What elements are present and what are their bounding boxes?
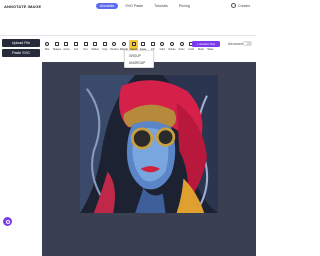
rotate-icon xyxy=(170,42,175,46)
tool-number[interactable]: Number xyxy=(110,40,119,60)
tool-crop[interactable]: Crop xyxy=(101,40,110,60)
blur-icon xyxy=(45,42,50,46)
paste-svg-button[interactable]: Paste SVG xyxy=(2,49,40,57)
fill-icon xyxy=(150,42,155,46)
pen-icon xyxy=(83,42,88,46)
advanced-toggle[interactable] xyxy=(243,41,252,46)
tool-label: Shapes xyxy=(52,48,61,51)
tool-rotate[interactable]: Rotate xyxy=(168,40,177,60)
tool-marker[interactable]: Marker xyxy=(91,40,100,60)
cursor-icon xyxy=(131,42,136,46)
group-dropdown: GROUP UNGROUP xyxy=(124,50,154,68)
app-root: ANNOTATE IMAGE Annotate SVG Paste Tutori… xyxy=(0,0,256,256)
tool-label: Pen xyxy=(83,48,88,51)
tab-svg-paste[interactable]: SVG Paste xyxy=(121,3,147,9)
marker-icon xyxy=(93,42,98,46)
artwork-image[interactable] xyxy=(80,75,218,213)
user-icon xyxy=(231,3,237,8)
tab-tutorials[interactable]: Tutorials xyxy=(150,3,172,9)
tool-arrow[interactable]: Arrow xyxy=(62,40,71,60)
eraser-icon xyxy=(141,42,146,46)
tool-text[interactable]: Text xyxy=(72,40,81,60)
help-fab-button[interactable] xyxy=(3,217,12,226)
tool-shapes[interactable]: Shapes xyxy=(53,40,62,60)
editor-canvas[interactable] xyxy=(42,62,256,256)
magnify-icon xyxy=(122,42,127,46)
crop-icon xyxy=(102,42,107,46)
tool-label: Undo xyxy=(188,48,195,51)
tool-label: Share xyxy=(207,48,214,51)
upload-file-button[interactable]: Upload File xyxy=(2,39,40,47)
tool-label: Text xyxy=(73,48,79,51)
tab-pricing[interactable]: Pricing xyxy=(175,3,194,9)
shapes-icon xyxy=(54,42,59,46)
tool-color[interactable]: Color xyxy=(158,40,167,60)
tool-pen[interactable]: Pen xyxy=(81,40,90,60)
tool-label: Number xyxy=(110,48,119,51)
text-icon xyxy=(74,42,79,46)
zoom-icon xyxy=(179,42,184,46)
tool-label: Marker xyxy=(91,48,99,51)
tool-label: Zoom xyxy=(178,48,185,51)
color-icon xyxy=(160,42,165,46)
user-menu[interactable]: Creator xyxy=(231,3,250,8)
top-bar: ANNOTATE IMAGE Annotate SVG Paste Tutori… xyxy=(0,0,256,36)
tool-label: Color xyxy=(159,48,166,51)
tool-label: Rotate xyxy=(168,48,176,51)
tool-zoom[interactable]: Zoom xyxy=(177,40,186,60)
tool-label: Redo xyxy=(197,48,204,51)
advanced-label: Advanced xyxy=(228,42,244,46)
tab-annotate[interactable]: Annotate xyxy=(96,3,119,9)
app-logo: ANNOTATE IMAGE xyxy=(4,4,42,9)
user-name: Creator xyxy=(238,3,250,8)
extract-text-button[interactable]: + Extract Text xyxy=(192,41,220,47)
group-option[interactable]: GROUP xyxy=(129,54,141,58)
ungroup-option[interactable]: UNGROUP xyxy=(129,61,145,65)
tool-label: Blur xyxy=(45,48,50,51)
tool-label: Crop xyxy=(102,48,108,51)
main-nav: Annotate SVG Paste Tutorials Pricing xyxy=(96,3,194,9)
number-icon xyxy=(112,42,117,46)
tool-label: Arrow xyxy=(63,48,70,51)
tool-blur[interactable]: Blur xyxy=(43,40,52,60)
arrow-icon xyxy=(64,42,69,46)
